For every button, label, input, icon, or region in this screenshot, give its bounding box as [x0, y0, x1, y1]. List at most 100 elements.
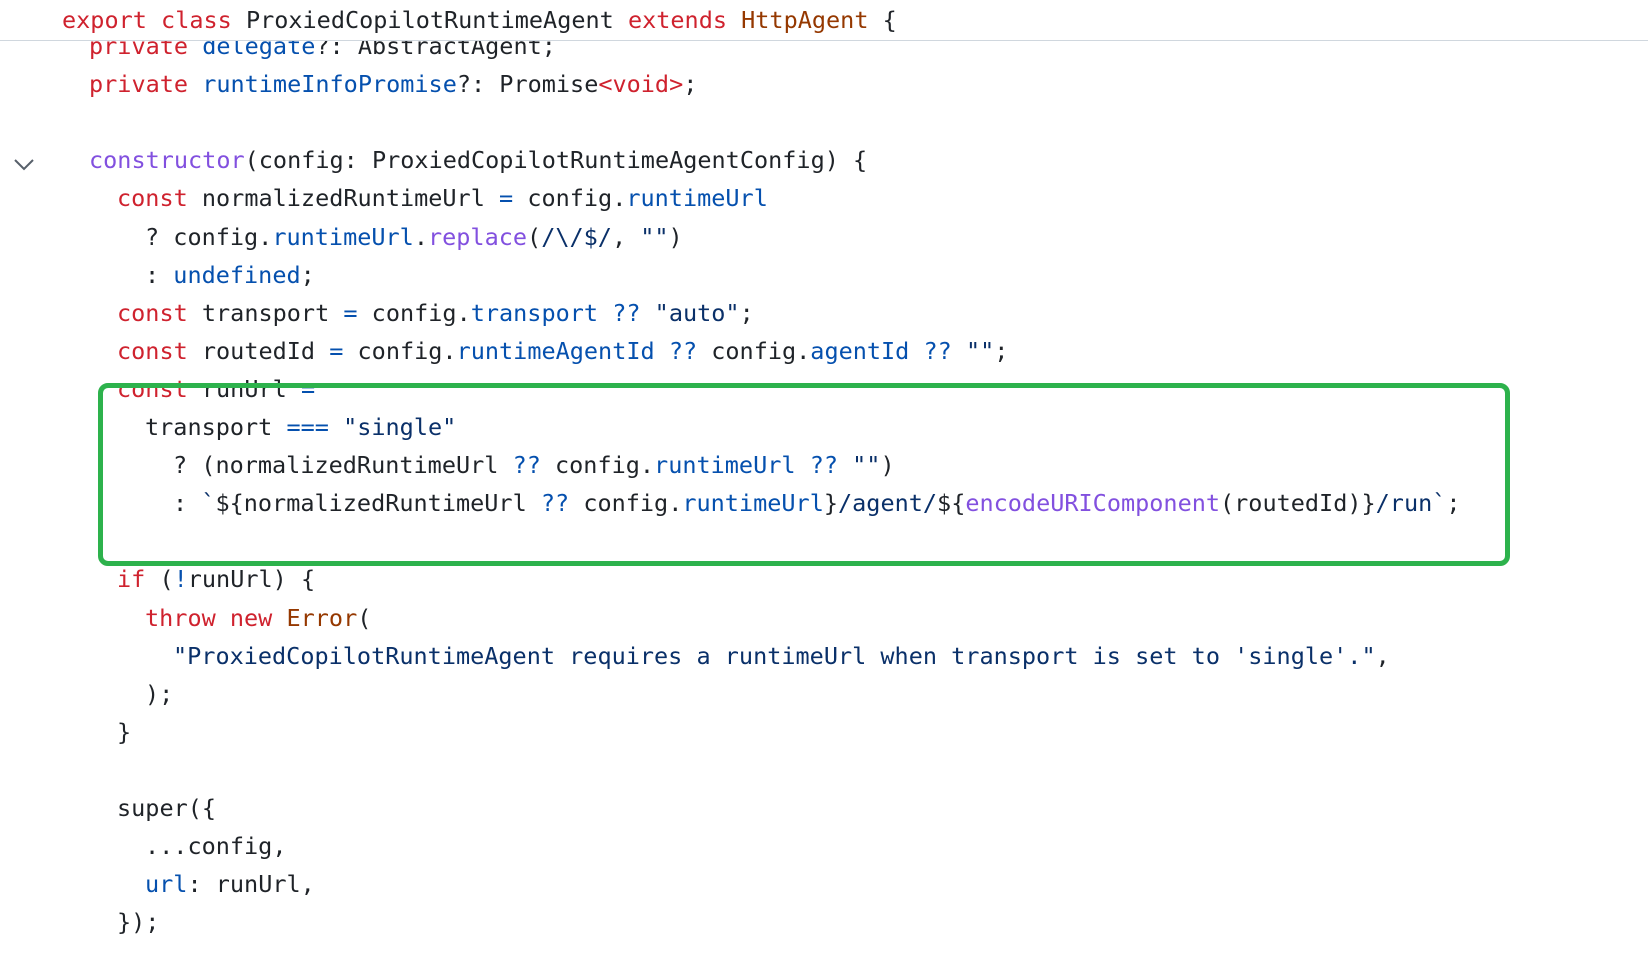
code-line-text: if (!runUrl) { — [117, 559, 315, 599]
code-line: transport === "single" — [0, 407, 1648, 447]
code-token: ?? — [923, 336, 952, 365]
code-editor[interactable]: export class ProxiedCopilotRuntimeAgent … — [0, 0, 1648, 962]
code-line-text: ? (normalizedRuntimeUrl ?? config.runtim… — [173, 445, 895, 485]
code-token: "auto" — [654, 298, 740, 327]
code-token: : — [145, 260, 174, 289]
code-line: ? config.runtimeUrl.replace(/\/$/, "") — [0, 217, 1648, 257]
code-token: runUrl — [201, 374, 301, 403]
code-token: ${normalizedRuntimeUrl — [215, 489, 541, 518]
code-line: : `${normalizedRuntimeUrl ?? config.runt… — [0, 483, 1648, 523]
code-token: /\/$/ — [541, 222, 612, 251]
code-token: transport — [145, 413, 287, 441]
code-token: ?? — [809, 451, 838, 480]
code-token: ?? — [512, 451, 541, 480]
code-line: } — [0, 712, 1648, 752]
code-token: export — [62, 6, 162, 34]
code-token: "" — [965, 336, 995, 365]
code-token: const — [117, 298, 202, 327]
code-token: config. — [513, 184, 627, 213]
code-token: undefined — [173, 260, 301, 289]
code-token: transport — [201, 298, 344, 327]
code-line-text: transport === "single" — [145, 407, 456, 447]
code-token: ?? — [540, 489, 570, 518]
code-token: routedId — [201, 336, 330, 365]
code-line-text: : undefined; — [145, 255, 315, 295]
code-line: url: runUrl, — [0, 864, 1648, 904]
code-token: } — [823, 489, 838, 518]
code-line-text: constructor(config: ProxiedCopilotRuntim… — [89, 140, 867, 180]
code-line: : undefined; — [0, 255, 1648, 295]
code-line-text: } — [117, 712, 131, 752]
code-token: const — [117, 184, 202, 213]
code-line: const normalizedRuntimeUrl = config.runt… — [0, 178, 1648, 218]
code-token: ${ — [937, 489, 966, 518]
code-line-text: super({ — [117, 788, 216, 828]
chevron-down-icon[interactable] — [12, 152, 36, 176]
code-line: export class ProxiedCopilotRuntimeAgent … — [0, 0, 1648, 40]
code-token: ({ — [187, 794, 217, 822]
code-token: "" — [852, 451, 881, 480]
code-token: ...config, — [145, 832, 287, 861]
code-token: super — [117, 794, 188, 822]
code-line-text: throw new Error( — [145, 598, 371, 638]
code-token: "single" — [343, 413, 457, 441]
code-token: ProxiedCopilotRuntimeAgent — [245, 6, 628, 34]
code-line-text: "ProxiedCopilotRuntimeAgent requires a r… — [173, 636, 1390, 676]
code-token: replace — [427, 222, 528, 251]
code-token: ; — [1446, 489, 1461, 518]
code-line: ); — [0, 674, 1648, 714]
code-token: ? config. — [145, 222, 273, 251]
code-line-text: const normalizedRuntimeUrl = config.runt… — [117, 178, 768, 218]
code-token: ); — [145, 679, 174, 708]
code-line-text: const runUrl = — [117, 369, 315, 409]
code-line: const transport = config.transport ?? "a… — [0, 293, 1648, 333]
code-token: /agent/ — [838, 489, 938, 518]
code-token: ?: Promise — [456, 70, 599, 99]
code-line-text: export class ProxiedCopilotRuntimeAgent … — [62, 0, 897, 40]
code-token: constructor — [89, 146, 245, 175]
code-token: ; — [739, 298, 754, 327]
code-token: = — [329, 336, 344, 365]
code-line: ? (normalizedRuntimeUrl ?? config.runtim… — [0, 445, 1648, 485]
code-token: runtimeUrl — [626, 184, 768, 213]
code-line: constructor(config: ProxiedCopilotRuntim… — [0, 140, 1648, 180]
code-line: const runUrl = — [0, 369, 1648, 409]
code-token: const — [117, 374, 202, 403]
code-token: <void> — [598, 70, 684, 99]
code-token: /run` — [1375, 489, 1447, 518]
code-token: const — [117, 336, 202, 365]
code-token: ; — [300, 260, 315, 289]
code-line: if (!runUrl) { — [0, 559, 1648, 599]
code-token: ; — [994, 336, 1009, 365]
code-line-text: }); — [117, 902, 159, 942]
code-token: extends — [627, 6, 742, 34]
code-line: }); — [0, 902, 1648, 942]
code-token: "ProxiedCopilotRuntimeAgent requires a r… — [173, 641, 1376, 670]
code-token: . — [413, 222, 428, 251]
code-token: "" — [640, 222, 669, 251]
code-token: normalizedRuntimeUrl — [201, 184, 500, 213]
code-token: config. — [540, 451, 655, 480]
code-token: (config: ProxiedCopilotRuntimeAgentConfi… — [244, 146, 868, 175]
code-token: url — [145, 870, 188, 899]
code-token: if — [117, 565, 160, 594]
code-line-text: const transport = config.transport ?? "a… — [117, 293, 754, 333]
code-token: , — [1375, 641, 1390, 670]
code-token: = — [300, 374, 316, 403]
code-token: === — [286, 413, 329, 441]
code-token: runtimeUrl — [272, 222, 414, 251]
code-token: runtimeAgentId — [456, 336, 655, 365]
code-line: ...config, — [0, 826, 1648, 866]
code-token: config. — [569, 489, 683, 518]
code-token: ?? — [668, 336, 698, 365]
code-line-text: url: runUrl, — [145, 864, 315, 904]
code-line-text: ? config.runtimeUrl.replace(/\/$/, "") — [145, 217, 683, 257]
code-token: runtimeInfoPromise — [202, 70, 457, 99]
sticky-scroll-header[interactable]: export class ProxiedCopilotRuntimeAgent … — [0, 0, 1648, 41]
